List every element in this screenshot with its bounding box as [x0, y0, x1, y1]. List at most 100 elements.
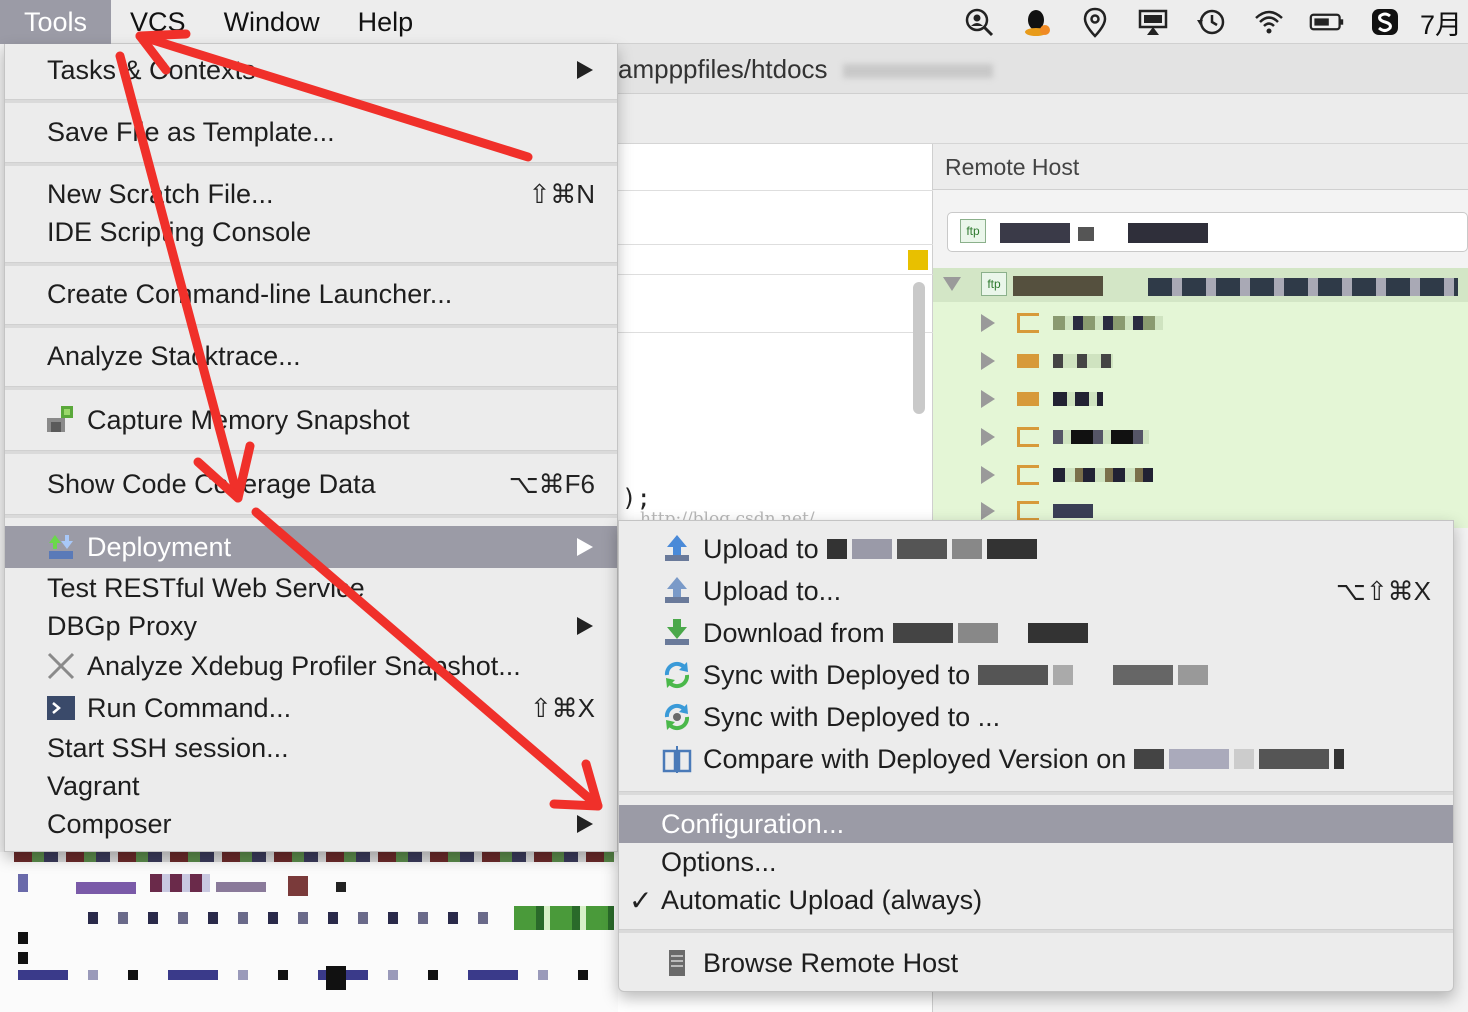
- menu-item-save-file-template[interactable]: Save File as Template...: [5, 113, 617, 151]
- search-person-icon[interactable]: [961, 4, 997, 40]
- tools-dropdown-menu: Tasks & Contexts Save File as Template..…: [4, 44, 618, 852]
- remote-host-selector[interactable]: ftp: [947, 212, 1468, 252]
- menu-item-capture-memory[interactable]: Capture Memory Snapshot: [5, 401, 617, 439]
- wifi-icon[interactable]: [1251, 4, 1287, 40]
- redacted-path: [842, 64, 993, 79]
- location-pin-icon[interactable]: [1077, 4, 1113, 40]
- menu-item-configuration[interactable]: Configuration...: [619, 805, 1453, 843]
- folder-icon: [1017, 427, 1039, 447]
- menu-item-automatic-upload[interactable]: ✓ Automatic Upload (always): [619, 881, 1453, 919]
- editor-scrollbar[interactable]: [913, 282, 925, 414]
- redacted-server-name: [826, 539, 1042, 559]
- redacted-pixels: [18, 874, 28, 892]
- tree-folder-row[interactable]: [981, 384, 1109, 414]
- menu-item-ide-scripting-console[interactable]: IDE Scripting Console: [5, 213, 617, 251]
- server-icon: [661, 947, 693, 979]
- menu-window[interactable]: Window: [205, 0, 339, 44]
- menu-item-deployment[interactable]: Deployment: [5, 526, 617, 568]
- folder-icon: [1017, 501, 1039, 521]
- expand-icon[interactable]: [981, 502, 995, 520]
- redacted-host: [1000, 223, 1070, 243]
- menu-item-options[interactable]: Options...: [619, 843, 1453, 881]
- expand-icon[interactable]: [981, 428, 995, 446]
- folder-icon: [1017, 392, 1039, 406]
- tree-root-row[interactable]: ftp: [933, 268, 1468, 302]
- menu-item-analyze-xdebug[interactable]: Analyze Xdebug Profiler Snapshot...: [5, 647, 617, 685]
- menu-item-tasks-contexts[interactable]: Tasks & Contexts: [5, 51, 617, 89]
- shortcut-label: ⇧⌘N: [528, 178, 595, 209]
- ide-toolbar: [600, 94, 1468, 144]
- code-fragment: );: [622, 484, 651, 512]
- menu-item-compare-deployed[interactable]: Compare with Deployed Version on: [619, 740, 1453, 778]
- shortcut-label: ⌥⇧⌘X: [1335, 575, 1431, 606]
- redacted-name: [1053, 430, 1149, 444]
- submenu-arrow-icon: [577, 538, 593, 556]
- editor-divider: [600, 274, 933, 275]
- menu-item-new-scratch-file[interactable]: New Scratch File... ⇧⌘N: [5, 175, 617, 213]
- menu-help[interactable]: Help: [339, 0, 433, 44]
- menu-item-show-coverage[interactable]: Show Code Coverage Data ⌥⌘F6: [5, 465, 617, 503]
- menu-clock[interactable]: 7月: [1414, 3, 1468, 42]
- menu-item-composer[interactable]: Composer: [5, 805, 617, 843]
- redacted-host: [1078, 227, 1094, 241]
- redacted-pixels: [514, 906, 614, 930]
- expand-icon[interactable]: [981, 466, 995, 484]
- ftp-server-icon: ftp: [960, 219, 986, 243]
- redacted-content-area: [0, 852, 618, 1012]
- tree-folder-row[interactable]: [981, 422, 1155, 452]
- menu-tools[interactable]: Tools: [0, 0, 112, 44]
- expand-icon[interactable]: [981, 352, 995, 370]
- submenu-arrow-icon: [577, 617, 593, 635]
- xdebug-icon: [45, 650, 77, 682]
- menu-item-vagrant[interactable]: Vagrant: [5, 767, 617, 805]
- sogou-input-icon[interactable]: [1367, 4, 1403, 40]
- sync-icon: [661, 701, 693, 733]
- tree-folder-row[interactable]: [981, 308, 1169, 338]
- path-breadcrumb: ampppfiles/htdocs: [600, 44, 1468, 94]
- menu-item-download-from[interactable]: Download from: [619, 614, 1453, 652]
- battery-icon[interactable]: [1309, 4, 1345, 40]
- submenu-arrow-icon: [577, 815, 593, 833]
- memory-snapshot-icon: [45, 404, 77, 436]
- menu-vcs[interactable]: VCS: [111, 0, 205, 44]
- folder-icon: [1017, 313, 1039, 333]
- redacted-server-name: [978, 665, 1213, 685]
- menu-item-upload-to[interactable]: Upload to... ⌥⇧⌘X: [619, 572, 1453, 610]
- submenu-arrow-icon: [577, 61, 593, 79]
- menu-item-run-command[interactable]: Run Command... ⇧⌘X: [5, 689, 617, 727]
- redacted-pixels: [216, 882, 266, 892]
- expand-down-icon[interactable]: [943, 277, 961, 291]
- redacted-pixels: [18, 970, 598, 980]
- qq-penguin-icon[interactable]: [1019, 4, 1055, 40]
- menu-item-analyze-stacktrace[interactable]: Analyze Stacktrace...: [5, 337, 617, 375]
- menu-item-test-restful[interactable]: Test RESTful Web Service: [5, 569, 617, 607]
- warning-marker[interactable]: [908, 250, 928, 270]
- redacted-name: [1053, 504, 1093, 518]
- ftp-server-icon: ftp: [981, 272, 1007, 296]
- deployment-icon: [45, 531, 77, 563]
- menu-item-browse-remote-host[interactable]: Browse Remote Host: [619, 944, 1453, 982]
- menu-item-start-ssh[interactable]: Start SSH session...: [5, 729, 617, 767]
- tree-folder-row[interactable]: [981, 460, 1159, 490]
- menu-item-dbgp-proxy[interactable]: DBGp Proxy: [5, 607, 617, 645]
- tree-folder-row[interactable]: [981, 346, 1119, 376]
- expand-icon[interactable]: [981, 390, 995, 408]
- redacted-host: [1128, 223, 1208, 243]
- menu-separator: [5, 450, 617, 454]
- menu-separator: [5, 324, 617, 328]
- remote-file-tree[interactable]: ftp: [933, 268, 1468, 528]
- menu-item-create-launcher[interactable]: Create Command-line Launcher...: [5, 275, 617, 313]
- menu-item-upload-to-default[interactable]: Upload to: [619, 530, 1453, 568]
- redacted-pixels: [18, 952, 28, 964]
- terminal-icon: [45, 692, 77, 724]
- menu-item-sync-deployed-to[interactable]: Sync with Deployed to ...: [619, 698, 1453, 736]
- redacted-path: [1148, 278, 1458, 296]
- redacted-name: [1053, 468, 1153, 482]
- menu-separator: [5, 99, 617, 103]
- remote-host-title: Remote Host: [933, 144, 1468, 190]
- expand-icon[interactable]: [981, 314, 995, 332]
- redacted-name: [1053, 316, 1163, 330]
- time-machine-icon[interactable]: [1193, 4, 1229, 40]
- menu-item-sync-deployed-default[interactable]: Sync with Deployed to: [619, 656, 1453, 694]
- airplay-icon[interactable]: [1135, 4, 1171, 40]
